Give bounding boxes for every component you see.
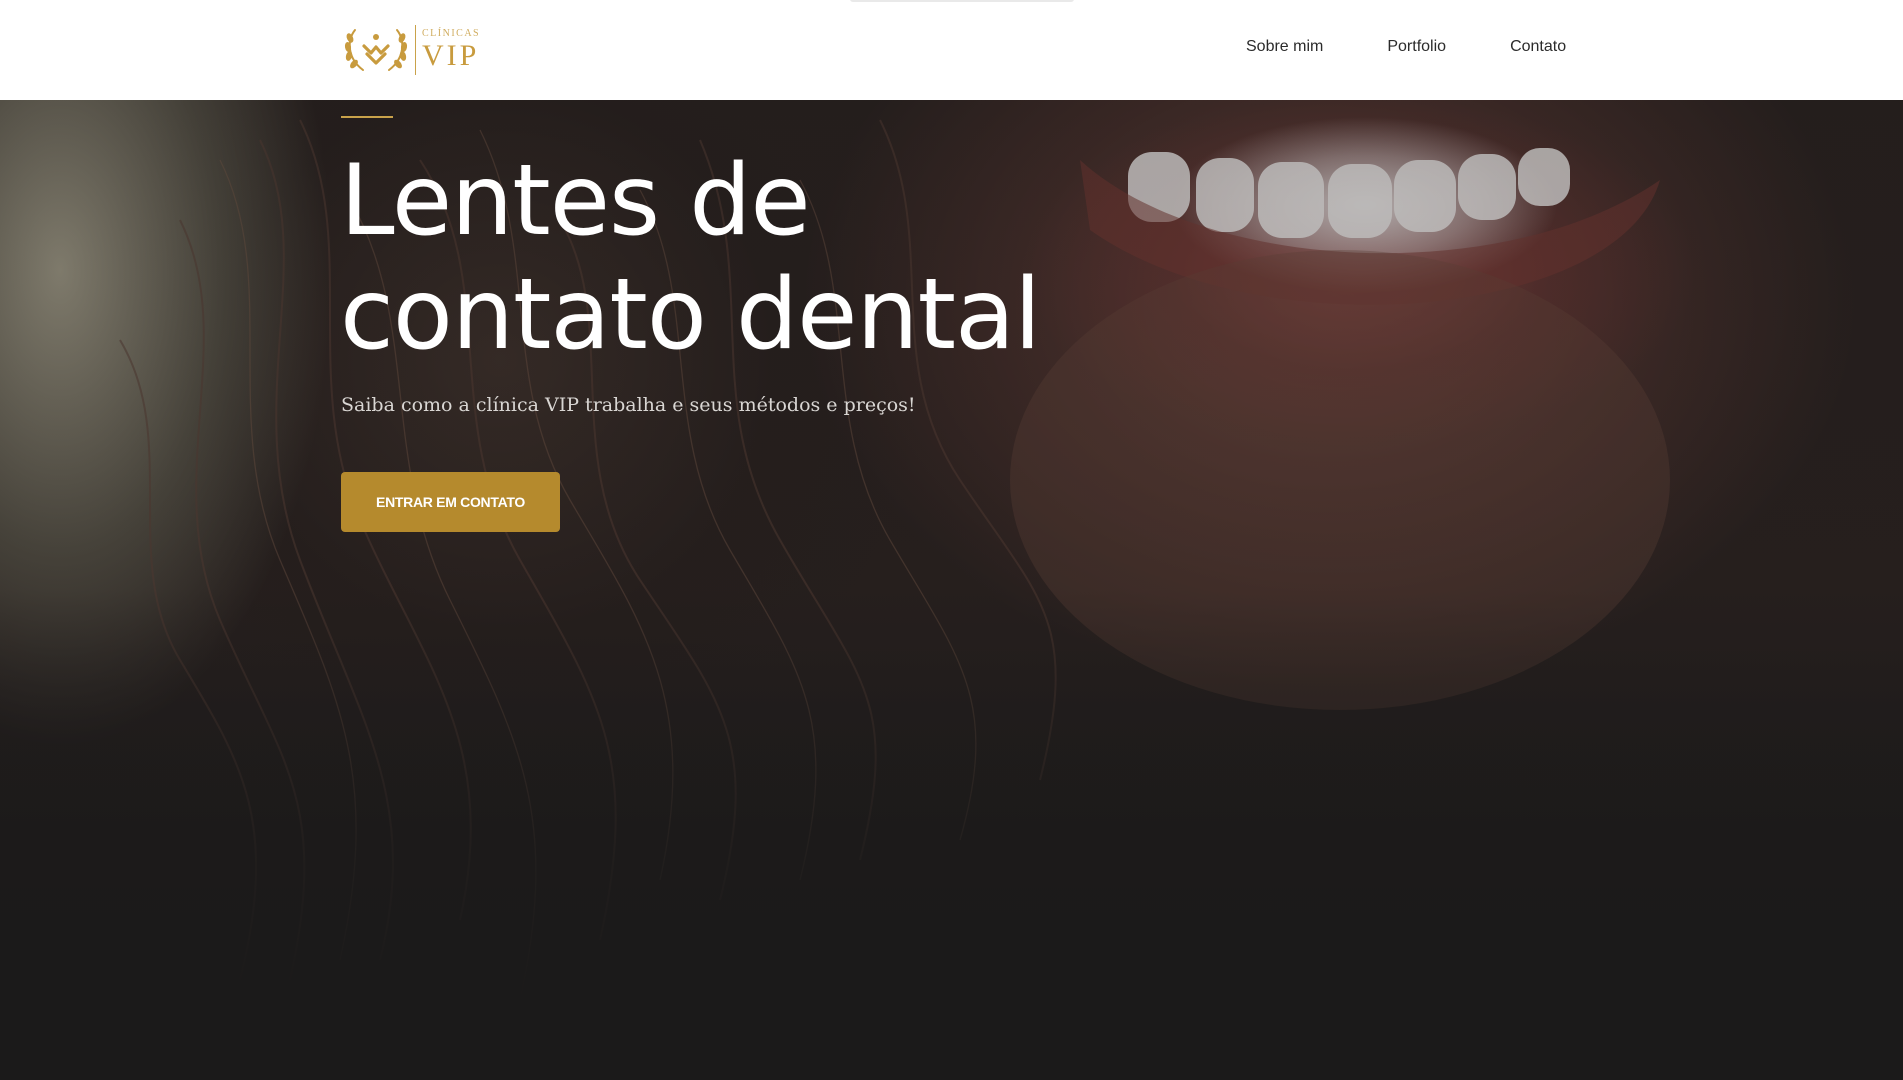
title-accent-line [341, 116, 393, 118]
logo[interactable]: CLÍNICAS VIP [341, 22, 501, 78]
hero-subtitle: Saiba como a clínica VIP trabalha e seus… [341, 394, 916, 416]
logo-divider [415, 25, 416, 75]
contact-cta-button[interactable]: ENTRAR EM CONTATO [341, 472, 560, 532]
hero-title: Lentes de contato dental [340, 144, 1041, 372]
logo-text: CLÍNICAS VIP [422, 29, 480, 71]
nav-item-contato[interactable]: Contato [1510, 38, 1566, 56]
hero-section: Lentes de contato dental Saiba como a cl… [0, 100, 1903, 1080]
nav-item-portfolio[interactable]: Portfolio [1387, 38, 1446, 56]
header-top-indicator [850, 0, 1074, 2]
logo-small-text: CLÍNICAS [422, 28, 481, 39]
main-nav: Sobre mim Portfolio Contato [1246, 38, 1566, 56]
nav-item-sobre-mim[interactable]: Sobre mim [1246, 38, 1323, 56]
logo-brand-text: VIP [422, 39, 480, 72]
site-header: CLÍNICAS VIP Sobre mim Portfolio Contato [0, 0, 1903, 100]
laurel-emblem-icon [344, 29, 408, 71]
